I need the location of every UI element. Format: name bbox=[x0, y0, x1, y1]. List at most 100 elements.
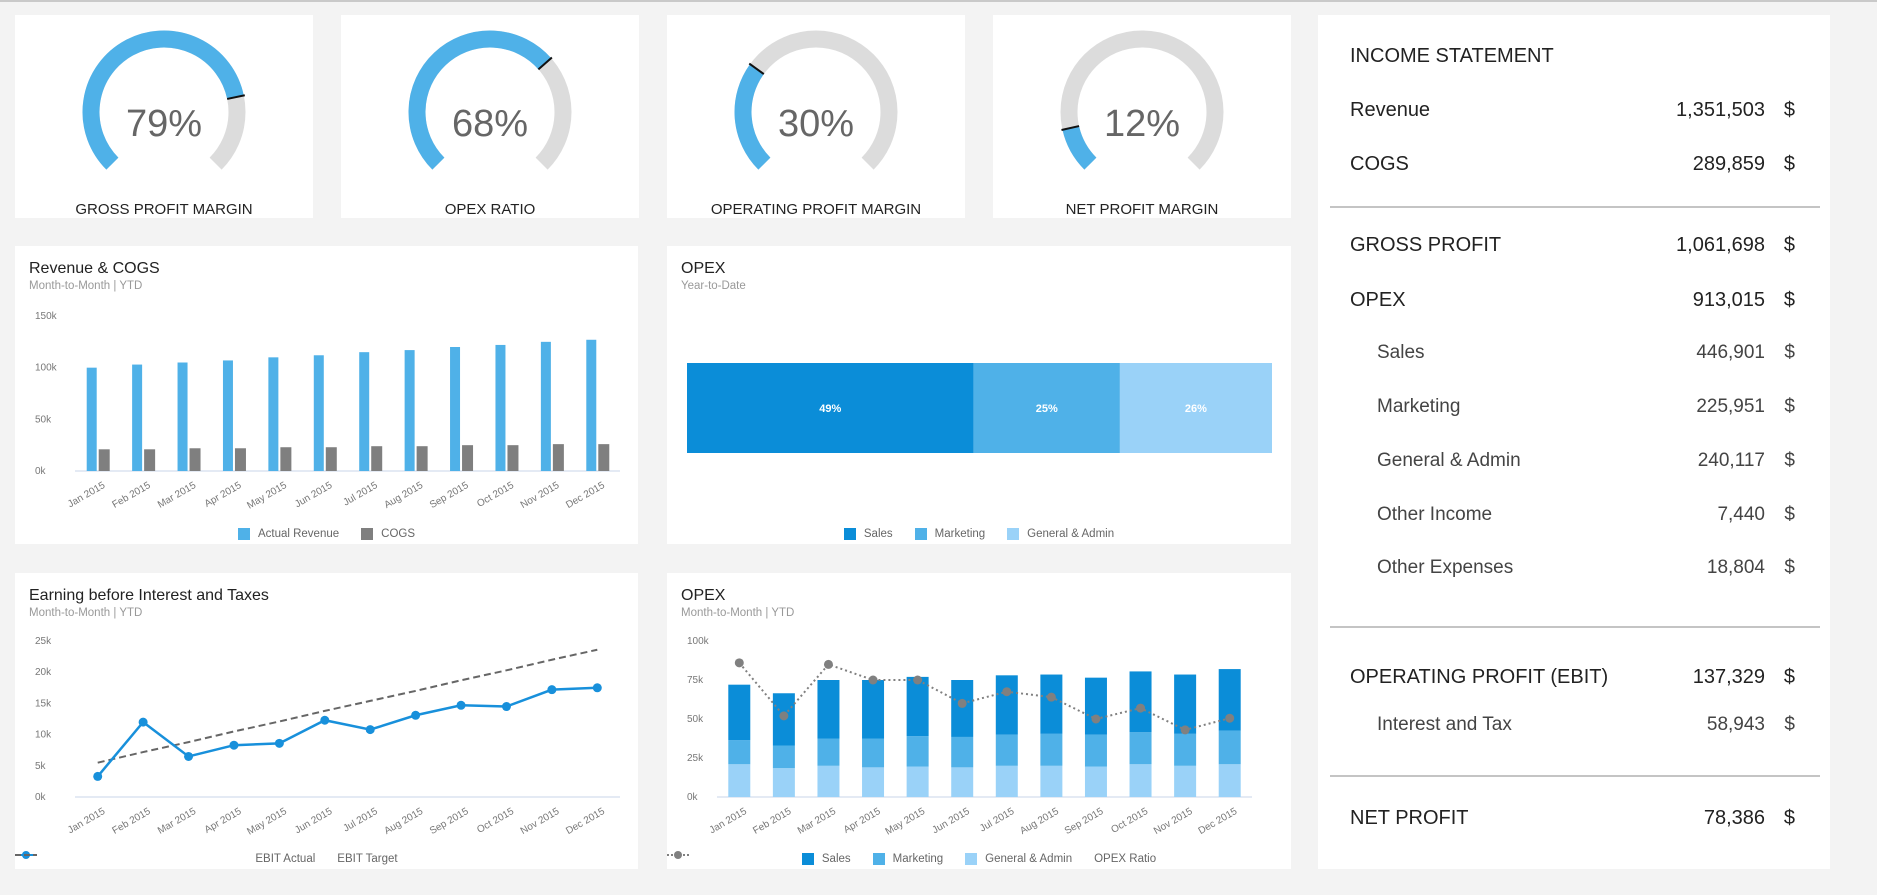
legend-item-general-admin[interactable]: General & Admin bbox=[965, 853, 1072, 865]
marketing-bar-segment bbox=[1218, 730, 1241, 765]
currency-symbol: $ bbox=[1783, 98, 1795, 121]
x-tick-label: Oct 2015 bbox=[475, 806, 516, 836]
income-statement-panel: INCOME STATEMENT Revenue 1,351,503 $ COGS 28… bbox=[1318, 15, 1830, 869]
legend-item-sales[interactable]: Sales bbox=[801, 853, 851, 865]
marketing-bar-segment bbox=[951, 736, 974, 768]
ebit-target-dash-icon bbox=[15, 854, 37, 856]
x-tick-label: Jun 2015 bbox=[293, 480, 335, 510]
row-label: GROSS PROFIT bbox=[1350, 233, 1502, 256]
ga-bar-segment bbox=[906, 766, 929, 797]
cogs-bar bbox=[462, 445, 474, 471]
x-tick-label: May 2015 bbox=[884, 806, 928, 838]
y-tick-label: 50k bbox=[35, 414, 52, 425]
chart-legend: Sales Marketing General & Admin OPEX Rat… bbox=[667, 849, 1291, 869]
x-tick-label: Dec 2015 bbox=[564, 480, 607, 511]
top-border bbox=[0, 0, 1877, 2]
y-tick-label: 50k bbox=[687, 714, 704, 725]
x-tick-label: Dec 2015 bbox=[1197, 806, 1240, 837]
segment-label: 49% bbox=[819, 403, 841, 415]
income-row-opex: OPEX 913,015 $ bbox=[1350, 285, 1795, 315]
ebit-actual-point bbox=[501, 702, 511, 712]
currency-symbol: $ bbox=[1783, 233, 1795, 256]
currency-symbol: $ bbox=[1784, 450, 1795, 471]
ebit-actual-point bbox=[456, 700, 466, 710]
legend-item-marketing[interactable]: Marketing bbox=[872, 853, 943, 865]
revenue-bar bbox=[450, 347, 461, 471]
currency-symbol: $ bbox=[1784, 714, 1795, 735]
y-tick-label: 5k bbox=[35, 761, 47, 772]
legend-item-cogs[interactable]: COGS bbox=[361, 528, 415, 540]
chart-subtitle: Month-to-Month | YTD bbox=[681, 607, 795, 619]
gauge-value: 12% bbox=[1103, 103, 1181, 145]
opex-ratio-point bbox=[1046, 692, 1056, 702]
cogs-bar bbox=[234, 448, 246, 471]
revenue-bar bbox=[586, 339, 597, 471]
marketing-bar-segment bbox=[1129, 732, 1152, 765]
legend-item-opex-ratio[interactable]: OPEX Ratio bbox=[667, 851, 1157, 865]
legend-label: EBIT Target bbox=[337, 853, 398, 865]
legend-label: Sales bbox=[821, 853, 851, 865]
gauge-label: OPEX RATIO bbox=[444, 201, 536, 218]
row-value: 446,901 bbox=[1696, 342, 1765, 363]
legend-label: Sales bbox=[863, 528, 893, 540]
row-label: General & Admin bbox=[1377, 450, 1521, 471]
legend-item-sales[interactable]: Sales bbox=[843, 528, 893, 540]
opex-monthly-chart-card: 0k 25k 50k 75k 100k Jan 2015 Feb 2015 Mar 2015 A… bbox=[667, 573, 1291, 869]
legend-item-ebit-target[interactable]: EBIT Target bbox=[15, 853, 398, 865]
x-tick-label: Jul 2015 bbox=[341, 480, 380, 509]
revenue-bar bbox=[86, 367, 97, 471]
legend-label: COGS bbox=[381, 528, 416, 540]
income-row-interest-and-tax: Interest and Tax 58,943 $ bbox=[1350, 710, 1795, 740]
gauge-value: 30% bbox=[777, 103, 855, 145]
chart-title: OPEX bbox=[681, 260, 726, 277]
opex-ratio-point bbox=[823, 659, 833, 669]
currency-symbol: $ bbox=[1784, 504, 1795, 525]
x-tick-label: Nov 2015 bbox=[1152, 806, 1195, 837]
revenue-bar bbox=[404, 350, 415, 471]
revenue-bar bbox=[132, 364, 143, 471]
income-row-other-income: Other Income 7,440 $ bbox=[1350, 500, 1795, 530]
y-tick-label: 0k bbox=[35, 466, 47, 477]
ebit-actual-point bbox=[184, 751, 194, 761]
general-admin-swatch bbox=[965, 853, 978, 865]
revenue-cogs-chart-card: 0k 50k 100k 150k Jan 2015 Feb 2015 Mar 2015 Apr… bbox=[15, 246, 638, 544]
opex-ytd-chart: 49% 25% 26% bbox=[687, 363, 1272, 453]
legend-item-revenue[interactable]: Actual Revenue bbox=[237, 528, 339, 540]
y-tick-label: 15k bbox=[35, 698, 52, 709]
ga-bar-segment bbox=[1218, 764, 1241, 797]
gauge-card-opex-ratio: 68% OPEX RATIO bbox=[341, 15, 639, 218]
marketing-bar-segment bbox=[817, 738, 840, 766]
gauge-card-gross-profit-margin: 79% GROSS PROFIT MARGIN bbox=[15, 15, 313, 218]
ebit-actual-point bbox=[93, 771, 103, 781]
x-tick-label: Feb 2015 bbox=[111, 806, 153, 837]
x-tick-label: May 2015 bbox=[245, 806, 289, 838]
x-tick-label: Sep 2015 bbox=[1063, 806, 1106, 837]
y-tick-label: 100k bbox=[35, 363, 58, 374]
divider bbox=[1330, 626, 1820, 628]
row-value: 7,440 bbox=[1717, 504, 1765, 525]
opex-ytd-chart-card: 49% 25% 26% OPEX Year-to-Date Sales Market… bbox=[667, 246, 1291, 544]
ebit-actual-point bbox=[411, 710, 421, 720]
income-row-operating-profit-ebit: OPERATING PROFIT (EBIT) 137,329 $ bbox=[1350, 662, 1795, 692]
legend-item-ebit-actual[interactable]: EBIT Actual bbox=[15, 851, 315, 865]
chart-title: Revenue & COGS bbox=[29, 260, 160, 277]
ebit-actual-point bbox=[365, 725, 375, 735]
sales-bar-segment bbox=[862, 680, 885, 739]
marketing-swatch bbox=[914, 528, 927, 540]
sales-bar-segment bbox=[1129, 671, 1152, 733]
legend-item-marketing[interactable]: Marketing bbox=[914, 528, 985, 540]
ebit-actual-line bbox=[96, 686, 598, 778]
cogs-bar bbox=[325, 447, 337, 471]
y-tick-label: 0k bbox=[687, 792, 699, 803]
marketing-bar-segment bbox=[862, 738, 885, 768]
cogs-bar bbox=[280, 447, 292, 471]
currency-symbol: $ bbox=[1784, 557, 1795, 578]
income-row-gross-profit: GROSS PROFIT 1,061,698 $ bbox=[1350, 230, 1795, 260]
legend-item-general-admin[interactable]: General & Admin bbox=[1007, 528, 1114, 540]
legend-label: OPEX Ratio bbox=[1094, 853, 1157, 865]
y-tick-label: 100k bbox=[687, 636, 710, 647]
sales-swatch bbox=[843, 528, 856, 540]
row-value: 137,329 bbox=[1692, 665, 1765, 688]
row-label: Sales bbox=[1377, 342, 1425, 363]
row-value: 58,943 bbox=[1706, 714, 1765, 735]
